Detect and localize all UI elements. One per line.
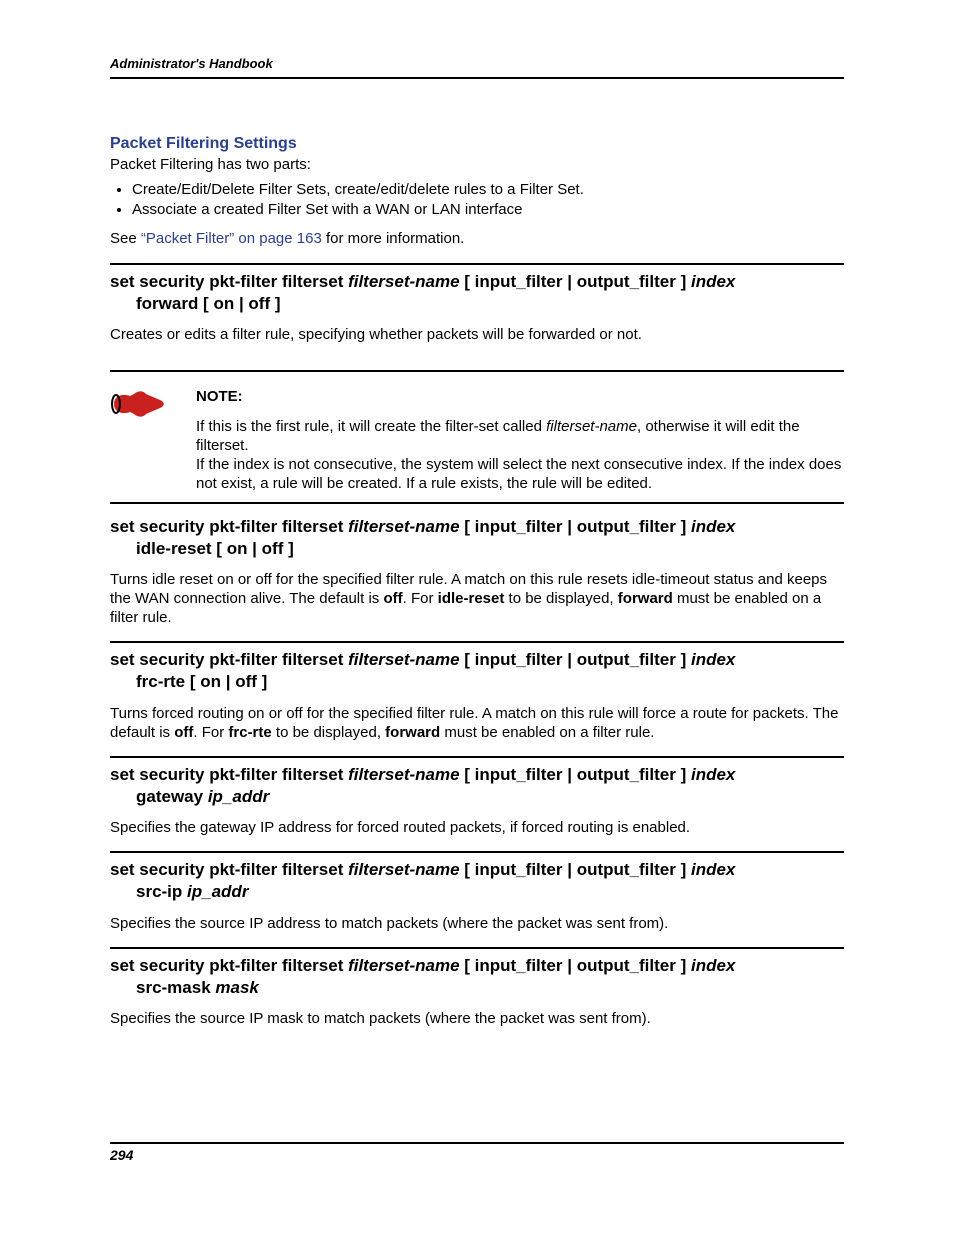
cmd-var: ip_addr <box>187 882 248 901</box>
bullet-list: Create/Edit/Delete Filter Sets, create/e… <box>110 181 844 218</box>
command-description: Specifies the gateway IP address for for… <box>110 818 844 837</box>
cmd-continuation: forward [ on | off ] <box>110 293 844 315</box>
cmd-continuation: frc-rte [ on | off ] <box>110 671 844 693</box>
cmd-text: set security pkt-filter filterset <box>110 650 348 669</box>
cmd-var: filterset-name <box>348 517 459 536</box>
section-title: Packet Filtering Settings <box>110 135 844 153</box>
document-page: Administrator's Handbook Packet Filterin… <box>0 0 954 1235</box>
cmd-var: index <box>691 956 735 975</box>
command-description: Turns idle reset on or off for the speci… <box>110 570 844 628</box>
text: See <box>110 230 141 247</box>
page-number: 294 <box>110 1147 133 1163</box>
cmd-continuation: src-ip ip_addr <box>110 881 844 903</box>
cmd-text: set security pkt-filter filterset <box>110 765 348 784</box>
cmd-var: filterset-name <box>348 272 459 291</box>
cmd-var: filterset-name <box>348 765 459 784</box>
cmd-text: gateway <box>136 787 208 806</box>
cmd-text: set security pkt-filter filterset <box>110 860 348 879</box>
text: for more information. <box>322 230 465 247</box>
command-heading: set security pkt-filter filterset filter… <box>110 859 844 903</box>
cmd-text: set security pkt-filter filterset <box>110 517 348 536</box>
cmd-var: index <box>691 272 735 291</box>
cmd-continuation: src-mask mask <box>110 977 844 999</box>
cmd-var: ip_addr <box>208 787 269 806</box>
command-heading: set security pkt-filter filterset filter… <box>110 649 844 693</box>
command-description: Specifies the source IP address to match… <box>110 914 844 933</box>
cmd-text: set security pkt-filter filterset <box>110 956 348 975</box>
command-heading: set security pkt-filter filterset filter… <box>110 271 844 315</box>
command-block: set security pkt-filter filterset filter… <box>110 756 844 837</box>
note-block: NOTE: If this is the first rule, it will… <box>110 370 844 504</box>
cmd-text: [ input_filter | output_filter ] <box>460 272 691 291</box>
command-heading: set security pkt-filter filterset filter… <box>110 955 844 999</box>
command-block: set security pkt-filter filterset filter… <box>110 510 844 628</box>
cmd-var: index <box>691 765 735 784</box>
section-intro: Packet Filtering has two parts: <box>110 156 844 175</box>
command-block: set security pkt-filter filterset filter… <box>110 263 844 344</box>
command-heading: set security pkt-filter filterset filter… <box>110 516 844 560</box>
cmd-var: index <box>691 650 735 669</box>
cmd-text: [ input_filter | output_filter ] <box>460 956 691 975</box>
command-block: set security pkt-filter filterset filter… <box>110 641 844 742</box>
note-icon-col <box>110 380 196 494</box>
cmd-text: [ input_filter | output_filter ] <box>460 765 691 784</box>
note-body: If this is the first rule, it will creat… <box>196 417 844 494</box>
cross-reference-link[interactable]: “Packet Filter” on page 163 <box>141 230 322 247</box>
cmd-text: [ input_filter | output_filter ] <box>460 860 691 879</box>
cmd-var: filterset-name <box>348 956 459 975</box>
running-header: Administrator's Handbook <box>110 56 844 79</box>
list-item: Associate a created Filter Set with a WA… <box>132 201 844 218</box>
cmd-text: src-ip <box>136 882 187 901</box>
cmd-continuation: gateway ip_addr <box>110 786 844 808</box>
command-block: set security pkt-filter filterset filter… <box>110 947 844 1028</box>
cmd-var: mask <box>215 978 258 997</box>
command-description: Creates or edits a filter rule, specifyi… <box>110 325 844 344</box>
cmd-text: [ input_filter | output_filter ] <box>460 517 691 536</box>
command-description: Turns forced routing on or off for the s… <box>110 704 844 742</box>
cmd-var: index <box>691 860 735 879</box>
note-label: NOTE: <box>196 388 844 405</box>
command-heading: set security pkt-filter filterset filter… <box>110 764 844 808</box>
see-also: See “Packet Filter” on page 163 for more… <box>110 230 844 249</box>
cmd-continuation: idle-reset [ on | off ] <box>110 538 844 560</box>
cmd-var: filterset-name <box>348 860 459 879</box>
cmd-var: index <box>691 517 735 536</box>
cmd-text: src-mask <box>136 978 215 997</box>
page-footer: 294 <box>110 1142 844 1163</box>
cmd-text: [ input_filter | output_filter ] <box>460 650 691 669</box>
cmd-var: filterset-name <box>348 650 459 669</box>
list-item: Create/Edit/Delete Filter Sets, create/e… <box>132 181 844 198</box>
command-block: set security pkt-filter filterset filter… <box>110 851 844 932</box>
command-description: Specifies the source IP mask to match pa… <box>110 1009 844 1028</box>
pointing-hand-icon <box>110 386 168 422</box>
cmd-text: set security pkt-filter filterset <box>110 272 348 291</box>
